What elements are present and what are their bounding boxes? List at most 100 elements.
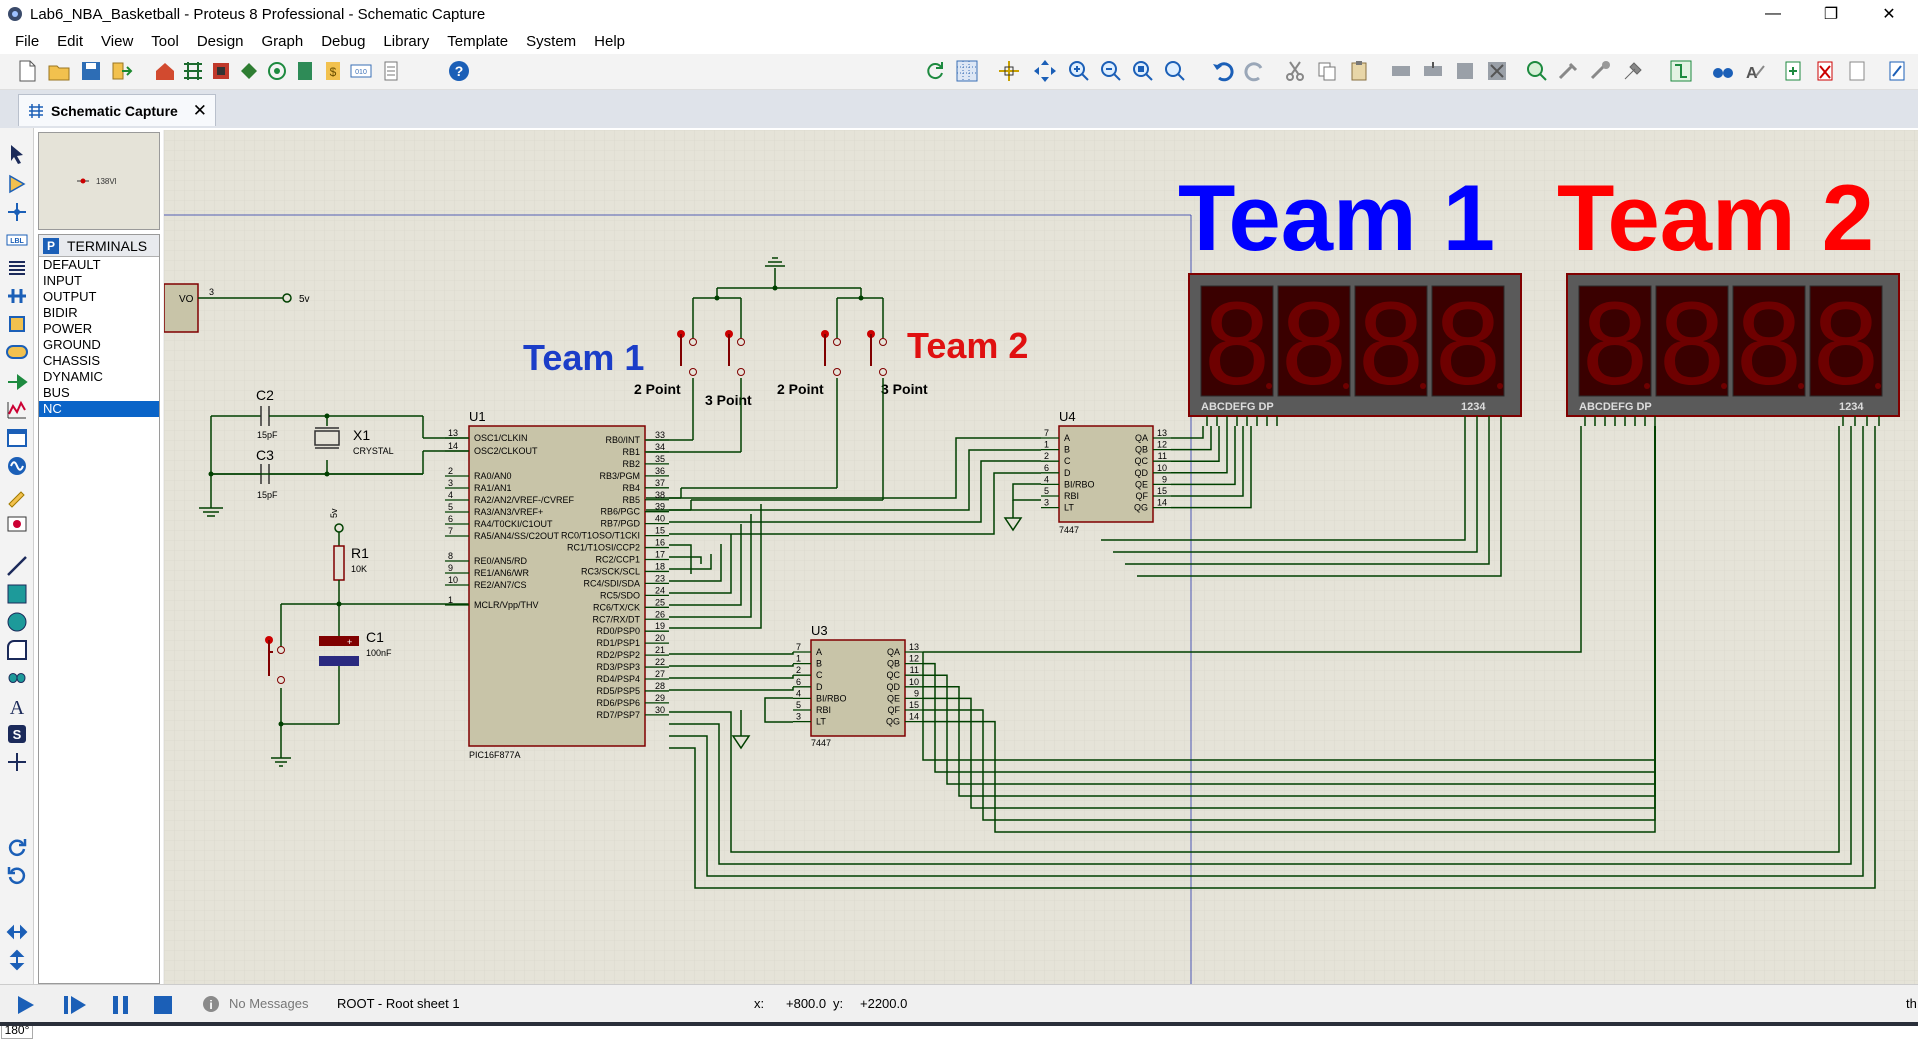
pick-device-icon[interactable] [1524,58,1550,84]
cut-icon[interactable] [1282,58,1308,84]
list-item[interactable]: BUS [39,385,159,401]
schematic-icon[interactable] [180,58,206,84]
rotate-clockwise-icon[interactable] [5,834,29,858]
copy-icon[interactable] [1314,58,1340,84]
make-device-icon[interactable] [1556,58,1582,84]
block-move-icon[interactable] [1420,58,1446,84]
device-pins-icon[interactable] [5,370,29,394]
2d-path-icon[interactable] [5,666,29,690]
voltage-probe-icon[interactable] [5,484,29,508]
step-icon[interactable] [62,994,88,1016]
pcb-icon[interactable] [208,58,234,84]
open-folder-icon[interactable] [46,58,72,84]
menu-help[interactable]: Help [585,33,634,50]
2d-circle-icon[interactable] [5,610,29,634]
text-script-icon[interactable] [5,256,29,280]
origin-icon[interactable] [996,58,1022,84]
2d-line-icon[interactable] [5,554,29,578]
mirror-x-icon[interactable] [5,920,29,944]
zoom-area-icon[interactable] [1162,58,1188,84]
minimize-button[interactable]: — [1744,0,1802,28]
pick-button[interactable]: P [43,237,59,254]
block-copy-icon[interactable] [1388,58,1414,84]
tab-close-button[interactable]: ✕ [193,101,207,121]
refresh-icon[interactable] [922,58,948,84]
component-mode-icon[interactable] [5,172,29,196]
exit-to-parent-icon[interactable] [1844,58,1870,84]
block-rotate-icon[interactable] [1452,58,1478,84]
menu-system[interactable]: System [517,33,585,50]
subcircuit-icon[interactable] [5,312,29,336]
edit-script-icon[interactable] [1884,58,1910,84]
generator-mode-icon[interactable] [5,454,29,478]
menu-template[interactable]: Template [438,33,517,50]
list-item[interactable]: GROUND [39,337,159,353]
help-icon[interactable]: ? [446,58,472,84]
new-file-icon[interactable] [14,58,40,84]
save-icon[interactable] [78,58,104,84]
menu-design[interactable]: Design [188,33,253,50]
packaging-tool-icon[interactable] [1588,58,1614,84]
list-item[interactable]: BIDIR [39,305,159,321]
rotate-anticlockwise-icon[interactable] [5,862,29,886]
bom-icon[interactable] [292,58,318,84]
overview-window[interactable]: 138Vl [38,132,160,230]
close-window-button[interactable]: ✕ [1860,0,1918,28]
2d-arc-icon[interactable] [5,638,29,662]
notes-icon[interactable] [378,58,404,84]
junction-dot-icon[interactable] [5,200,29,224]
menu-tool[interactable]: Tool [142,33,188,50]
remove-sheet-icon[interactable] [1812,58,1838,84]
import-icon[interactable] [108,58,134,84]
menu-library[interactable]: Library [374,33,438,50]
mirror-y-icon[interactable] [5,948,29,972]
u4-decoder[interactable]: U4 7447 7 A 1 B 2 C 6 D 4 BI/RBO 5 RBI 3 LT 13 QA 12 QB 11… [1041,409,1171,535]
bill-icon[interactable]: $ [320,58,346,84]
2d-box-icon[interactable] [5,582,29,606]
zoom-out-icon[interactable] [1098,58,1124,84]
tab-schematic-capture[interactable]: Schematic Capture ✕ [18,94,216,126]
pause-icon[interactable] [110,994,132,1016]
list-item-selected[interactable]: NC [39,401,159,417]
wire-label-icon[interactable]: LBL [5,228,29,252]
schematic-canvas[interactable]: Team 1 Team 2 8888 ABCDEFG DP 1234 8888 … [164,130,1918,984]
menu-graph[interactable]: Graph [253,33,313,50]
u3-decoder[interactable]: U3 7447 7 A 1 B 2 C 6 D 4 BI/RBO 5 RBI 3 LT 13 QA 12 QB 11… [793,623,923,748]
u1-microcontroller[interactable]: U1 PIC16F877A 13 OSC1/CLKIN14 OSC2/CLKOUT2… [445,409,669,760]
property-assignment-icon[interactable]: A [1742,58,1768,84]
list-item[interactable]: OUTPUT [39,289,159,305]
list-item[interactable]: INPUT [39,273,159,289]
team1-display[interactable]: 8888 ABCDEFG DP 1234 [1188,273,1522,426]
buses-icon[interactable] [5,284,29,308]
gerber-icon[interactable] [236,58,262,84]
zoom-all-icon[interactable] [1130,58,1156,84]
2d-text-icon[interactable]: A [5,694,29,718]
home-icon[interactable] [152,58,178,84]
virtual-instruments-icon[interactable] [5,512,29,536]
list-item[interactable]: CHASSIS [39,353,159,369]
team2-display[interactable]: 8888 ABCDEFG DP 1234 [1566,273,1900,426]
decompose-icon[interactable] [1620,58,1646,84]
maximize-button[interactable]: ❐ [1802,0,1860,28]
new-sheet-icon[interactable] [1780,58,1806,84]
2d-symbol-icon[interactable]: S [5,722,29,746]
schematic-editing-window[interactable]: Team 1 Team 2 8888 ABCDEFG DP 1234 8888 … [163,130,1918,984]
redo-icon[interactable] [1242,58,1268,84]
terminals-mode-icon[interactable] [5,340,29,364]
wire-autorouter-icon[interactable] [1668,58,1694,84]
menu-file[interactable]: File [6,33,48,50]
paste-icon[interactable] [1346,58,1372,84]
search-tag-icon[interactable] [1710,58,1736,84]
list-item[interactable]: DYNAMIC [39,369,159,385]
pan-icon[interactable] [1032,58,1058,84]
graph-mode-icon[interactable] [5,398,29,422]
menu-debug[interactable]: Debug [312,33,374,50]
source-code-icon[interactable]: 010 [348,58,374,84]
grid-toggle-icon[interactable] [954,58,980,84]
tape-recorder-icon[interactable] [5,426,29,450]
3d-viewer-icon[interactable] [264,58,290,84]
menu-edit[interactable]: Edit [48,33,92,50]
undo-icon[interactable] [1210,58,1236,84]
message-status[interactable]: No Messages [229,996,308,1011]
block-delete-icon[interactable] [1484,58,1510,84]
